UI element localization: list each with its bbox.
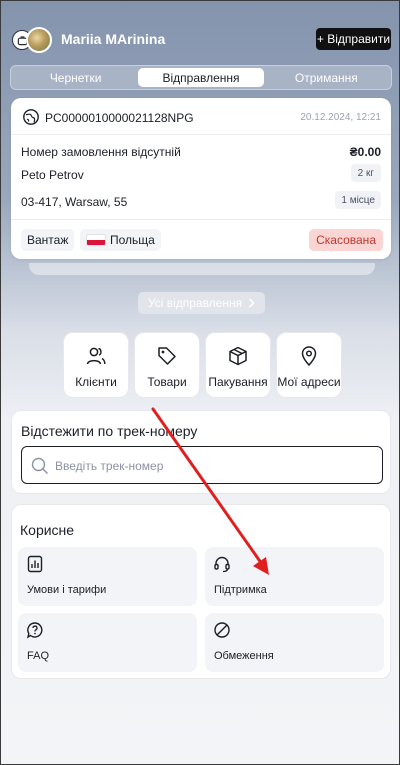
chart-document-icon	[27, 555, 43, 573]
useful-title: Корисне	[20, 522, 75, 538]
tracking-number: PC0000010000021128NPG	[45, 111, 194, 125]
divider	[11, 134, 391, 135]
places-badge: 1 місце	[335, 191, 381, 209]
packaging-button[interactable]: Пакування	[205, 332, 271, 398]
all-shipments-label: Усі відправлення	[147, 296, 243, 310]
question-bubble-icon	[26, 622, 43, 639]
headset-icon	[214, 556, 230, 573]
useful-section: Корисне Умови і тарифи Підтримка FAQ Обм…	[11, 504, 391, 679]
terms-tariffs-label: Умови і тарифи	[27, 584, 107, 596]
header: Mariia MArinina + Відправити	[1, 1, 399, 65]
track-section: Відстежити по трек-номеру	[11, 410, 391, 494]
faq-label: FAQ	[27, 650, 50, 662]
packaging-label: Пакування	[208, 375, 268, 389]
country-label: Польща	[110, 233, 155, 247]
shipment-card[interactable]: PC0000010000021128NPG 20.12.2024, 12:21 …	[11, 98, 391, 259]
recipient-address: 03-417, Warsaw, 55	[21, 195, 128, 209]
poland-flag-icon	[86, 234, 106, 246]
products-label: Товари	[147, 375, 187, 389]
weight-badge: 2 кг	[350, 164, 381, 182]
track-input-field[interactable]	[21, 446, 383, 484]
stacked-card-edge	[29, 263, 375, 275]
support-tile[interactable]: Підтримка	[205, 547, 384, 606]
globe-pin-icon	[23, 109, 39, 125]
my-addresses-label: Мої адреси	[277, 375, 341, 389]
all-shipments-button[interactable]: Усі відправлення	[138, 292, 265, 314]
shipment-date: 20.12.2024, 12:21	[300, 112, 381, 123]
clients-label: Клієнти	[75, 375, 117, 389]
shipment-price: ₴0.00	[349, 145, 381, 159]
tag-icon	[158, 347, 176, 365]
prohibited-icon	[214, 622, 230, 638]
avatar	[26, 27, 52, 53]
recipient-name: Peto Petrov	[21, 168, 84, 182]
user-name[interactable]: Mariia MArinina	[61, 31, 165, 47]
track-title: Відстежити по трек-номеру	[21, 423, 198, 439]
restrictions-tile[interactable]: Обмеження	[205, 613, 384, 672]
users-icon	[86, 347, 106, 365]
search-icon	[31, 457, 48, 474]
location-pin-icon	[301, 346, 317, 367]
terms-tariffs-tile[interactable]: Умови і тарифи	[18, 547, 197, 606]
chevron-right-icon	[248, 298, 255, 308]
my-addresses-button[interactable]: Мої адреси	[276, 332, 342, 398]
app-screen: Mariia MArinina + Відправити Чернетки Ві…	[0, 0, 400, 765]
tab-drafts[interactable]: Чернетки	[13, 68, 138, 87]
restrictions-label: Обмеження	[214, 650, 274, 662]
box-icon	[229, 346, 247, 366]
status-badge: Скасована	[309, 229, 383, 251]
support-label: Підтримка	[214, 584, 267, 596]
country-chip: Польща	[80, 229, 161, 251]
tab-sent[interactable]: Відправлення	[138, 68, 264, 87]
shipment-tabs: Чернетки Відправлення Отримання	[10, 65, 392, 90]
faq-tile[interactable]: FAQ	[18, 613, 197, 672]
clients-button[interactable]: Клієнти	[63, 332, 129, 398]
divider	[11, 219, 391, 220]
account-switcher[interactable]	[12, 27, 52, 53]
tab-received[interactable]: Отримання	[264, 68, 389, 87]
send-shipment-button[interactable]: + Відправити	[316, 28, 391, 50]
products-button[interactable]: Товари	[134, 332, 200, 398]
track-number-input[interactable]	[55, 457, 365, 475]
order-number-status: Номер замовлення відсутній	[21, 145, 181, 159]
cargo-type-chip: Вантаж	[21, 229, 75, 251]
